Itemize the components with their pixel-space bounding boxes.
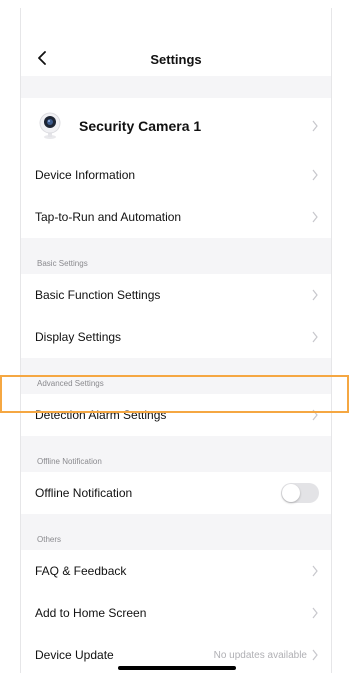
row-label: Detection Alarm Settings [35, 408, 167, 422]
section-header-offline: Offline Notification [21, 436, 331, 472]
detection-alarm-settings-row[interactable]: Detection Alarm Settings [21, 394, 331, 436]
offline-notification-row: Offline Notification [21, 472, 331, 514]
screen: Settings Security Camera 1 Device Inform… [0, 0, 349, 673]
add-to-home-screen-row[interactable]: Add to Home Screen [21, 592, 331, 634]
row-label: Display Settings [35, 330, 122, 344]
update-status: No updates available [213, 649, 307, 661]
row-label: Offline Notification [35, 486, 133, 500]
chevron-right-icon [312, 120, 318, 132]
back-icon[interactable] [31, 47, 53, 69]
chevron-right-icon [312, 289, 318, 301]
toggle-knob [282, 484, 300, 502]
status-bar [21, 8, 331, 42]
device-name: Security Camera 1 [79, 118, 202, 134]
basic-function-settings-row[interactable]: Basic Function Settings [21, 274, 331, 316]
chevron-right-icon [312, 169, 318, 181]
nav-bar: Settings [21, 42, 331, 76]
row-label: Device Update [35, 648, 114, 662]
settings-screen: Settings Security Camera 1 Device Inform… [20, 8, 332, 673]
row-label: Tap-to-Run and Automation [35, 210, 182, 224]
home-indicator [118, 666, 236, 670]
device-information-row[interactable]: Device Information [21, 154, 331, 196]
chevron-right-icon [312, 211, 318, 223]
page-title: Settings [150, 51, 202, 67]
row-label: Device Information [35, 168, 136, 182]
camera-icon [37, 112, 63, 140]
display-settings-row[interactable]: Display Settings [21, 316, 331, 358]
chevron-right-icon [312, 331, 318, 343]
row-label: Basic Function Settings [35, 288, 161, 302]
section-header-basic: Basic Settings [21, 238, 331, 274]
chevron-right-icon [312, 649, 318, 661]
offline-notification-toggle[interactable] [281, 483, 319, 503]
tap-to-run-row[interactable]: Tap-to-Run and Automation [21, 196, 331, 238]
section-header-others: Others [21, 514, 331, 550]
row-label: FAQ & Feedback [35, 564, 127, 578]
spacer [21, 76, 331, 98]
faq-feedback-row[interactable]: FAQ & Feedback [21, 550, 331, 592]
chevron-right-icon [312, 565, 318, 577]
chevron-right-icon [312, 409, 318, 421]
row-label: Add to Home Screen [35, 606, 147, 620]
section-header-advanced: Advanced Settings [21, 358, 331, 394]
chevron-right-icon [312, 607, 318, 619]
device-row[interactable]: Security Camera 1 [21, 98, 331, 154]
